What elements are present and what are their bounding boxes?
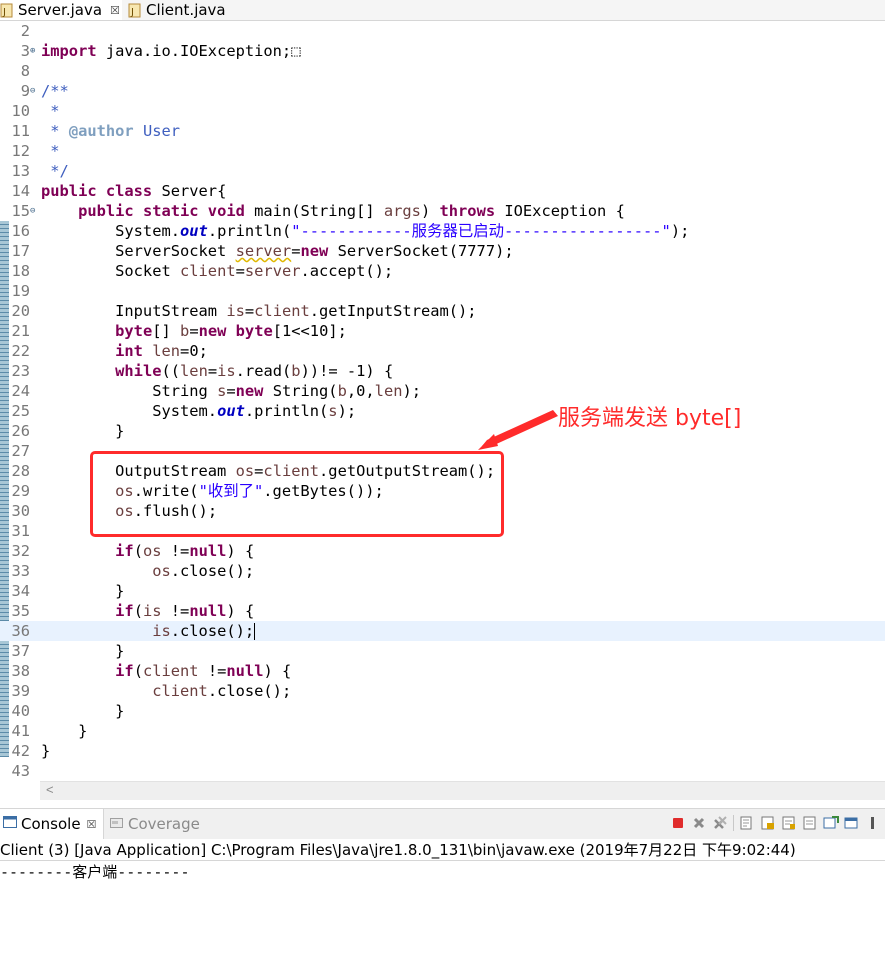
terminate-icon[interactable] [670, 815, 686, 831]
clear-console-icon[interactable] [739, 815, 755, 831]
console-output: --------客户端-------- [0, 863, 190, 881]
coverage-icon [110, 815, 124, 833]
console-icon [3, 815, 17, 833]
tab-coverage[interactable]: Coverage [110, 809, 210, 839]
pin-console-icon[interactable] [802, 815, 818, 831]
open-console-icon[interactable] [823, 815, 839, 831]
tab-label: Coverage [128, 815, 200, 833]
console-process-label: Client (3) [Java Application] C:\Program… [0, 840, 885, 861]
tab-label: Console [21, 815, 81, 833]
console-tab-bar: Console ☒ Coverage [0, 808, 885, 839]
tab-console[interactable]: Console ☒ [0, 809, 104, 839]
close-tab-icon[interactable]: ☒ [87, 818, 97, 831]
remove-all-terminated-icon[interactable] [712, 815, 728, 831]
word-wrap-icon[interactable] [781, 815, 797, 831]
remove-launch-icon[interactable] [691, 815, 707, 831]
console-toolbar [670, 815, 881, 831]
display-selected-console-icon[interactable] [844, 815, 860, 831]
scroll-lock-icon[interactable] [760, 815, 776, 831]
annotation-label: 服务端发送 byte[] [558, 406, 742, 431]
view-menu-icon[interactable] [865, 815, 881, 831]
